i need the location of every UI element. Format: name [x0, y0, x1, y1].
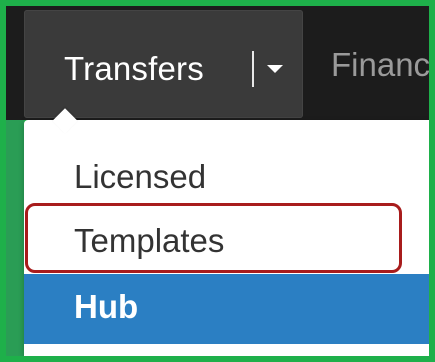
split-divider [252, 51, 254, 87]
menu-item-hub[interactable]: Hub [24, 274, 429, 344]
page-edge [6, 120, 24, 356]
nav-tab-financ[interactable]: Financ [331, 46, 429, 84]
nav-tab-transfers[interactable]: Transfers [24, 10, 303, 118]
menu-item-label[interactable]: Hub [74, 288, 138, 326]
templates-highlight-outline [25, 203, 402, 273]
menu-item-label[interactable]: Licensed [74, 158, 206, 196]
nav-tab-transfers-label[interactable]: Transfers [64, 50, 204, 88]
menu-item-licensed[interactable]: Licensed [24, 148, 429, 208]
caret-down-icon[interactable] [267, 65, 283, 73]
screenshot-frame: Transfers Financ Licensed Templates Hub [6, 6, 429, 356]
top-navbar: Transfers Financ [6, 6, 429, 120]
